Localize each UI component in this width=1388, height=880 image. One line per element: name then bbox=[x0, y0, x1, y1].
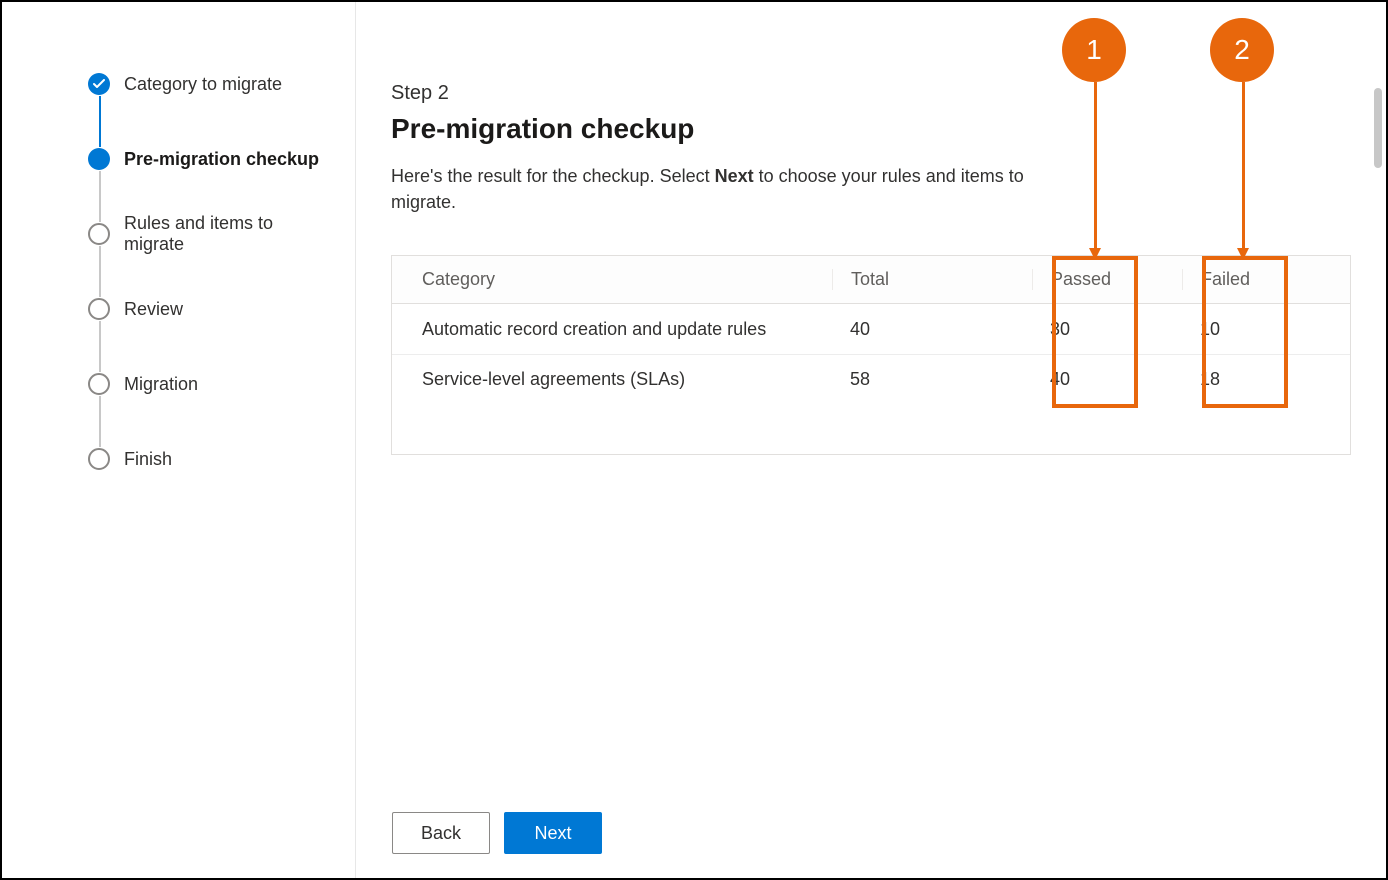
wizard-footer: Back Next bbox=[392, 812, 602, 854]
table-body: Automatic record creation and update rul… bbox=[392, 304, 1350, 454]
header-category[interactable]: Category bbox=[392, 269, 832, 290]
cell-passed: 30 bbox=[1032, 319, 1182, 340]
cell-total: 40 bbox=[832, 319, 1032, 340]
cell-failed: 10 bbox=[1182, 319, 1332, 340]
cell-passed: 40 bbox=[1032, 369, 1182, 390]
step-label: Rules and items to migrate bbox=[124, 213, 325, 255]
step-category-to-migrate[interactable]: Category to migrate bbox=[88, 72, 325, 96]
header-failed[interactable]: Failed bbox=[1182, 269, 1332, 290]
step-label: Review bbox=[124, 299, 183, 320]
step-rules-and-items[interactable]: Rules and items to migrate bbox=[88, 222, 325, 246]
cell-total: 58 bbox=[832, 369, 1032, 390]
step-review[interactable]: Review bbox=[88, 297, 325, 321]
cell-category: Service-level agreements (SLAs) bbox=[392, 369, 832, 390]
table-row[interactable]: Service-level agreements (SLAs) 58 40 18 bbox=[392, 354, 1350, 404]
app-frame: Category to migrate Pre-migration checku… bbox=[0, 0, 1388, 880]
step-connector bbox=[99, 96, 101, 147]
step-label: Pre-migration checkup bbox=[124, 149, 319, 170]
step-pre-migration-checkup[interactable]: Pre-migration checkup bbox=[88, 147, 325, 171]
cell-failed: 18 bbox=[1182, 369, 1332, 390]
step-number: Step 2 bbox=[391, 82, 1351, 105]
step-label: Migration bbox=[124, 374, 198, 395]
pending-step-icon bbox=[88, 448, 110, 470]
header-total[interactable]: Total bbox=[832, 269, 1032, 290]
table-row[interactable]: Automatic record creation and update rul… bbox=[392, 304, 1350, 354]
results-table: Category Total Passed Failed Automatic r… bbox=[391, 255, 1351, 455]
page-description: Here's the result for the checkup. Selec… bbox=[391, 163, 1031, 215]
current-step-icon bbox=[88, 148, 110, 170]
check-icon bbox=[88, 73, 110, 95]
pending-step-icon bbox=[88, 373, 110, 395]
layout: Category to migrate Pre-migration checku… bbox=[2, 2, 1386, 878]
desc-bold: Next bbox=[715, 166, 754, 186]
wizard-stepper: Category to migrate Pre-migration checku… bbox=[2, 2, 356, 878]
step-finish[interactable]: Finish bbox=[88, 447, 325, 471]
header-passed[interactable]: Passed bbox=[1032, 269, 1182, 290]
table-header: Category Total Passed Failed bbox=[392, 256, 1350, 304]
step-connector bbox=[99, 321, 101, 372]
desc-pre: Here's the result for the checkup. Selec… bbox=[391, 166, 715, 186]
back-button[interactable]: Back bbox=[392, 812, 490, 854]
step-label: Category to migrate bbox=[124, 74, 282, 95]
page-title: Pre-migration checkup bbox=[391, 113, 1351, 145]
step-label: Finish bbox=[124, 449, 172, 470]
pending-step-icon bbox=[88, 223, 110, 245]
step-connector bbox=[99, 396, 101, 447]
step-connector bbox=[99, 171, 101, 222]
cell-category: Automatic record creation and update rul… bbox=[392, 319, 832, 340]
step-connector bbox=[99, 246, 101, 297]
next-button[interactable]: Next bbox=[504, 812, 602, 854]
step-migration[interactable]: Migration bbox=[88, 372, 325, 396]
main-content: Step 2 Pre-migration checkup Here's the … bbox=[356, 2, 1386, 878]
scrollbar-thumb[interactable] bbox=[1374, 88, 1382, 168]
pending-step-icon bbox=[88, 298, 110, 320]
